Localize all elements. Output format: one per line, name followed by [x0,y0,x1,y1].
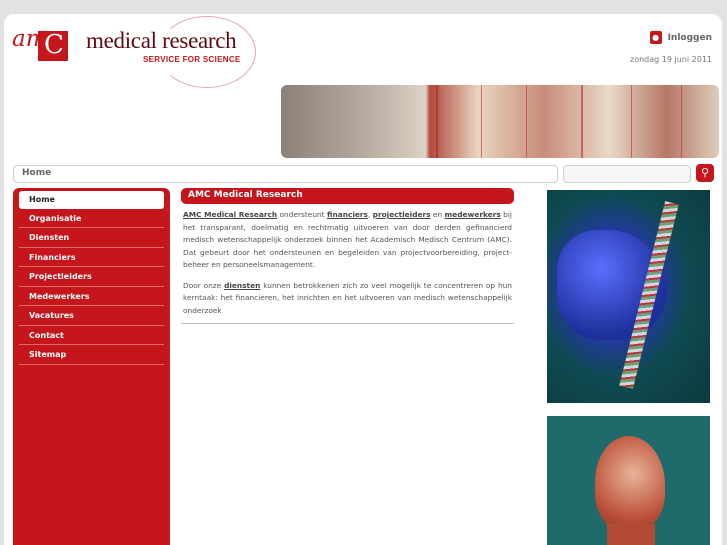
sidebar-item-sitemap[interactable]: Sitemap [19,346,164,365]
sidebar-item-medewerkers[interactable]: Medewerkers [19,288,164,306]
text: Door onze [183,280,225,290]
search-icon: ⚲ [700,166,710,179]
content-divider [181,323,514,324]
sidebar-item-contact[interactable]: Contact [19,327,164,345]
logo-c: C [44,30,64,60]
content-title-bar: AMC Medical Research [181,188,514,204]
login-link[interactable]: ● Inloggen [649,31,712,44]
neck-shape [607,524,655,545]
sidebar-item-vacatures[interactable]: Vacatures [19,307,164,326]
current-date: zondag 19 juni 2011 [630,55,712,64]
text: en [430,210,445,219]
search-input[interactable] [563,165,691,183]
sidebar-item-home[interactable]: Home [19,191,164,209]
link-medewerkers[interactable]: medewerkers [445,210,501,219]
logo-tagline: SERVICE FOR SCIENCE [143,55,241,64]
page-title: AMC Medical Research [188,190,303,200]
sidebar-item-organisatie[interactable]: Organisatie [19,210,164,228]
lock-icon: ● [649,31,662,44]
link-diensten[interactable]: diensten [224,281,260,290]
login-label: Inloggen [667,33,712,43]
link-amc-medical-research[interactable]: AMC Medical Research [183,210,277,219]
link-financiers[interactable]: financiers [327,210,368,219]
amc-logo[interactable]: am C medical research SERVICE FOR SCIENC… [12,16,262,96]
page: am C medical research SERVICE FOR SCIENC… [4,14,722,545]
breadcrumb: Home [13,165,558,183]
sidebar-item-diensten[interactable]: Diensten [19,229,164,248]
search-button[interactable]: ⚲ [696,164,714,182]
logo-c-box: C [38,31,68,61]
text: ondersteunt [277,210,327,219]
sidebar: Home Organisatie Diensten Financiers Pro… [13,188,170,545]
logo-title: medical research [86,28,237,53]
anatomy-head-image [547,416,710,545]
services-paragraph: Door onze diensten kunnen betrokkenen zi… [183,280,512,318]
sidebar-nav: Home Organisatie Diensten Financiers Pro… [19,191,164,366]
head-shape [595,436,665,531]
link-projectleiders[interactable]: projectleiders [373,210,431,219]
dna-protein-image [547,190,710,403]
main-content: AMC Medical Research ondersteunt financi… [183,209,512,325]
sidebar-item-projectleiders[interactable]: Projectleiders [19,268,164,287]
sidebar-item-financiers[interactable]: Financiers [19,249,164,267]
header-banner-image [281,85,719,158]
breadcrumb-home[interactable]: Home [22,168,51,178]
intro-paragraph: AMC Medical Research ondersteunt financi… [183,209,512,272]
